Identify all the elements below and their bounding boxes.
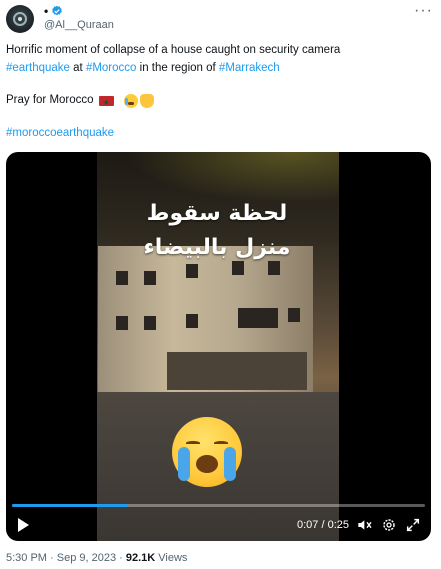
text-at: at	[69, 61, 86, 74]
views-count: 92.1K	[125, 552, 156, 564]
crying-face-icon	[123, 93, 138, 108]
verified-badge-icon	[52, 5, 63, 16]
tweet-footer: 5:30 PM · Sep 9, 2023 · 92.1K Views	[6, 552, 187, 565]
footer-dot: ·	[116, 552, 126, 564]
tweet-text: Horrific moment of collapse of a house c…	[6, 42, 436, 142]
building-window	[186, 314, 198, 328]
video-caption-overlay: لحظة سقوط منزل بالبيضاء	[117, 197, 317, 265]
time-separator: /	[318, 519, 328, 531]
building-window	[144, 316, 156, 330]
hashtag-morocco[interactable]: #Morocco	[86, 62, 137, 74]
hashtag-earthquake[interactable]: #earthquake	[6, 62, 70, 74]
name-row[interactable]: •	[44, 5, 63, 17]
duration: 0:25	[327, 519, 349, 531]
face-eye	[186, 441, 200, 445]
avatar[interactable]	[6, 5, 34, 33]
tweet-header: • @Al__Quraan ···	[0, 0, 441, 38]
tweet-line-2: #earthquake at #Morocco in the region of…	[6, 60, 436, 78]
face-tear	[224, 447, 236, 481]
tweet-line-4: #moroccoearthquake	[6, 125, 436, 143]
text-region: in the region of	[136, 61, 219, 74]
views-label: Views	[155, 552, 188, 564]
video-caption-line-1: لحظة سقوط	[146, 201, 288, 226]
video-controls: 0:07 / 0:25	[6, 514, 431, 536]
loudly-crying-face-icon	[172, 417, 242, 487]
building-window	[288, 308, 300, 322]
video-shopfront	[167, 352, 307, 390]
video-frame[interactable]: لحظة سقوط منزل بالبيضاء	[97, 152, 339, 541]
current-time: 0:07	[296, 519, 319, 531]
face-eye	[214, 441, 228, 445]
face-tear	[178, 447, 190, 481]
video-progress-bar[interactable]	[12, 504, 425, 507]
tweet-card: • @Al__Quraan ··· Horrific moment of col…	[0, 0, 441, 569]
tweet-line-1: Horrific moment of collapse of a house c…	[6, 44, 341, 56]
mute-icon[interactable]	[357, 518, 373, 532]
pray-text: Pray for Morocco	[6, 94, 94, 106]
video-player[interactable]: لحظة سقوط منزل بالبيضاء 0:07 / 0:25	[6, 152, 431, 541]
settings-gear-icon[interactable]	[381, 517, 397, 533]
building-window	[238, 308, 278, 328]
fullscreen-icon[interactable]	[405, 517, 421, 533]
building-window	[144, 271, 156, 285]
footer-dot: ·	[46, 552, 57, 564]
tweet-line-3: Pray for Morocco	[6, 92, 436, 111]
video-caption-line-2: منزل بالبيضاء	[143, 235, 291, 260]
post-date[interactable]: Sep 9, 2023	[57, 552, 116, 564]
display-name[interactable]: •	[44, 5, 48, 17]
video-time: 0:07 / 0:25	[297, 518, 349, 532]
user-handle[interactable]: @Al__Quraan	[44, 19, 114, 31]
face-mouth	[196, 455, 218, 473]
hashtag-moroccoearthquake[interactable]: #moroccoearthquake	[6, 127, 114, 139]
building-window	[116, 316, 128, 330]
morocco-flag-icon	[98, 94, 114, 111]
post-time[interactable]: 5:30 PM	[6, 552, 47, 564]
folded-hands-icon	[139, 93, 154, 108]
video-progress-fill	[12, 504, 128, 507]
more-options-icon[interactable]: ···	[414, 3, 433, 19]
building-window	[186, 264, 198, 278]
hashtag-marrakech[interactable]: #Marrakech	[219, 62, 280, 74]
building-window	[116, 271, 128, 285]
play-icon[interactable]	[18, 518, 29, 532]
avatar-logo-icon	[13, 12, 27, 26]
